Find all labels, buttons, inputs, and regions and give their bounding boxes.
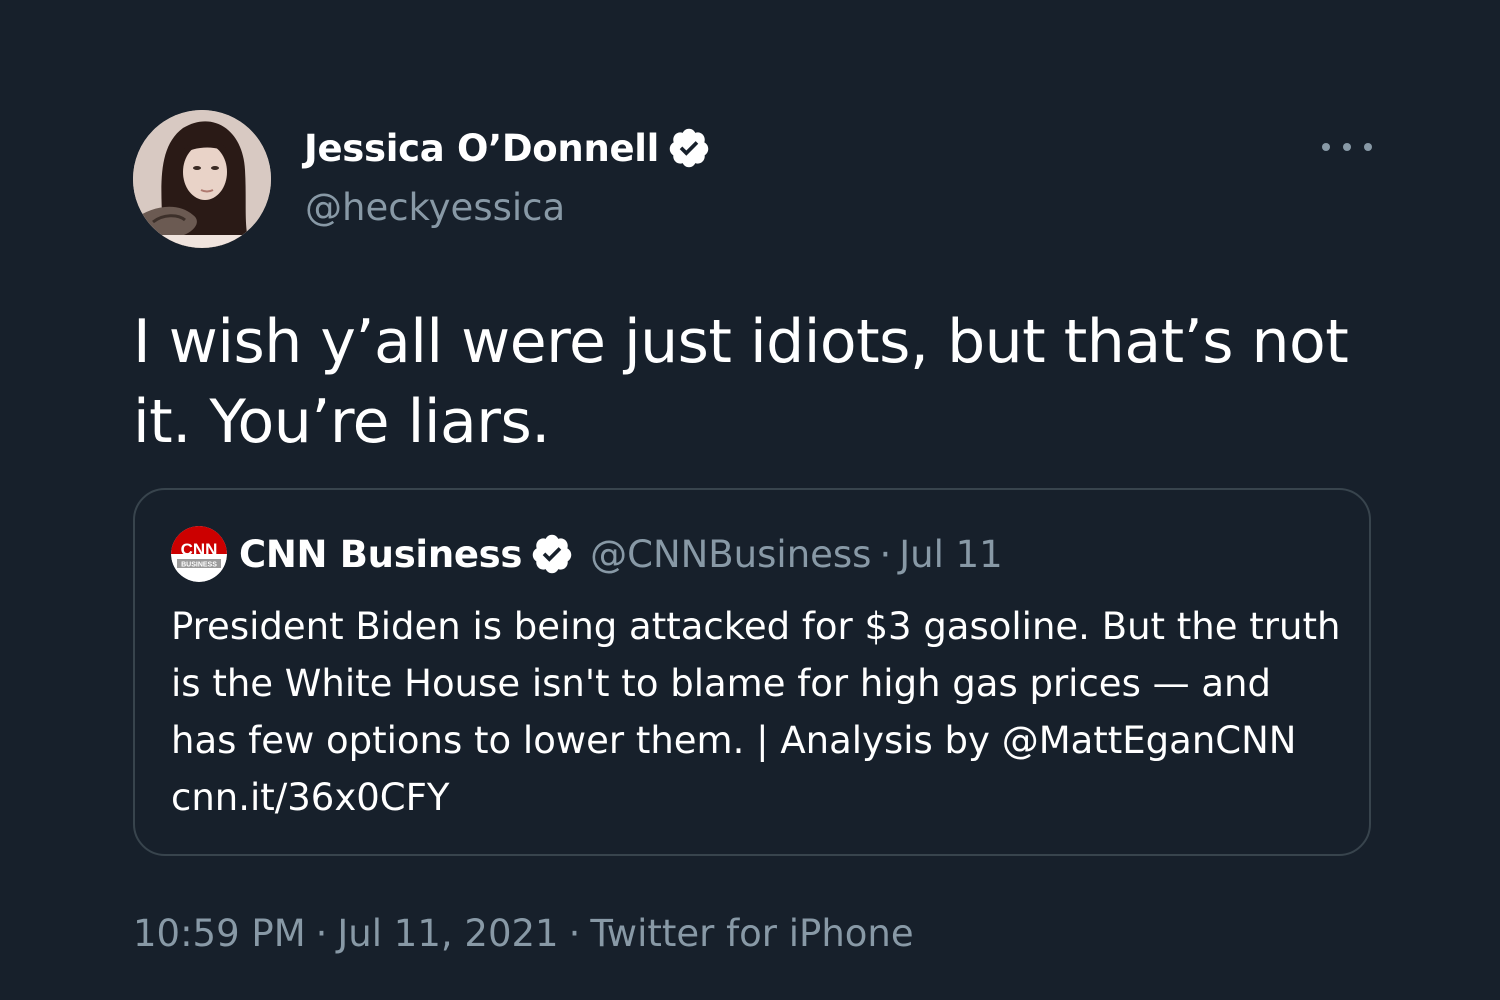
separator-dot: ·	[315, 912, 328, 955]
tweet-container: Jessica O’Donnell @heckyessica I wish y’…	[0, 0, 1500, 1000]
author-avatar[interactable]	[133, 110, 271, 248]
quoted-author-name[interactable]: CNN Business	[239, 533, 522, 576]
tweet-metadata: 10:59 PM · Jul 11, 2021 · Twitter for iPhone	[133, 912, 914, 955]
quoted-author-handle[interactable]: @CNNBusiness	[590, 533, 871, 576]
separator-dot: ·	[879, 532, 892, 576]
separator-dot: ·	[568, 912, 581, 955]
more-dots-icon	[1364, 143, 1372, 151]
tweet-date[interactable]: Jul 11, 2021	[337, 912, 558, 955]
quoted-tweet-text: President Biden is being attacked for $3…	[171, 605, 1341, 819]
author-name[interactable]: Jessica O’Donnell	[304, 126, 711, 170]
tweet-time[interactable]: 10:59 PM	[133, 912, 306, 955]
tweet-source[interactable]: Twitter for iPhone	[590, 912, 913, 955]
more-dots-icon	[1322, 143, 1330, 151]
more-dots-icon	[1343, 143, 1351, 151]
verified-badge-icon	[667, 126, 711, 170]
quoted-tweet-card[interactable]: CNN BUSINESS CNN Business @CNNBusiness ·…	[133, 488, 1371, 856]
cnn-business-avatar[interactable]: CNN BUSINESS	[171, 526, 227, 582]
cnn-logo-subtext: BUSINESS	[181, 562, 217, 569]
quoted-tweet-header: CNN BUSINESS CNN Business @CNNBusiness ·…	[171, 526, 1003, 582]
cnn-logo-text: CNN	[181, 540, 218, 559]
more-options-button[interactable]	[1322, 132, 1372, 162]
verified-badge-icon	[530, 532, 574, 576]
author-name-text[interactable]: Jessica O’Donnell	[304, 127, 659, 170]
quoted-tweet-date[interactable]: Jul 11	[899, 533, 1002, 576]
avatar-photo	[133, 110, 271, 248]
tweet-text: I wish y’all were just idiots, but that’…	[133, 307, 1349, 457]
author-handle[interactable]: @heckyessica	[305, 186, 565, 229]
